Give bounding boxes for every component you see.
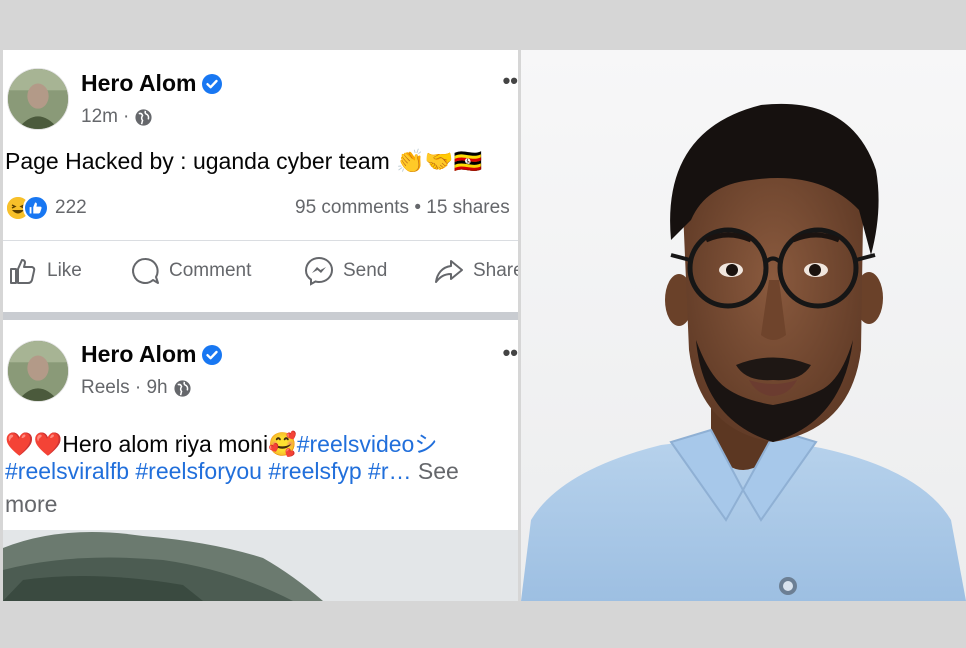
post-text-line-1: ❤️❤️Hero alom riya moni🥰#reelsvideoシ xyxy=(5,425,437,459)
divider xyxy=(3,240,518,241)
comment-icon xyxy=(132,257,159,284)
share-label: Share xyxy=(473,260,518,281)
caption-text: ❤️❤️Hero alom riya moni🥰 xyxy=(5,431,297,457)
messenger-icon xyxy=(304,256,334,286)
send-label: Send xyxy=(343,260,388,281)
author-name[interactable]: Hero Alom xyxy=(81,341,196,368)
globe-icon xyxy=(174,379,191,397)
facebook-screenshot-panel: Hero Alom 12m · •• Page Hacked by : ugan… xyxy=(3,50,518,601)
post-text-line-2: #reelsviralfb #reelsforyou #reelsfyp #r…… xyxy=(5,458,459,485)
verified-badge-icon xyxy=(202,344,223,365)
see-more-link-continued[interactable]: more xyxy=(5,491,57,518)
like-button[interactable]: Like xyxy=(7,255,82,287)
comment-label: Comment xyxy=(169,260,252,281)
share-button[interactable]: Share xyxy=(433,255,518,287)
post-text: Page Hacked by : uganda cyber team 👏🤝🇺🇬 xyxy=(5,148,483,174)
globe-icon xyxy=(135,108,152,126)
hashtag-links[interactable]: #reelsviralfb #reelsforyou #reelsfyp #r… xyxy=(5,458,412,484)
like-label: Like xyxy=(47,260,82,281)
post-hacked: Hero Alom 12m · •• Page Hacked by : ugan… xyxy=(3,50,518,312)
person-portrait xyxy=(521,50,966,601)
like-icon xyxy=(10,259,36,284)
more-icon[interactable]: •• xyxy=(503,340,518,366)
reel-thumbnail[interactable] xyxy=(3,530,518,601)
like-reaction-icon xyxy=(23,195,49,221)
reaction-count: 222 xyxy=(55,197,87,218)
post-stats[interactable]: 95 comments • 15 shares xyxy=(295,197,510,219)
post-actions: Like Comment Send Share xyxy=(3,255,518,295)
send-button[interactable]: Send xyxy=(303,255,387,287)
portrait-photo xyxy=(521,50,966,601)
meta-dot: · xyxy=(122,106,130,127)
comment-button[interactable]: Comment xyxy=(129,255,251,287)
post-meta[interactable]: Reels · 9h xyxy=(81,377,168,399)
hashtag-link[interactable]: #reelsvideoシ xyxy=(297,431,438,457)
share-icon xyxy=(435,260,463,283)
feed-separator xyxy=(3,312,518,320)
reactions[interactable]: 222 xyxy=(5,195,87,221)
more-icon[interactable]: •• xyxy=(503,68,518,94)
post-time[interactable]: 12m xyxy=(81,106,118,128)
see-more-link[interactable]: See xyxy=(418,458,459,484)
avatar[interactable] xyxy=(7,68,69,130)
post-reels: Hero Alom Reels · 9h •• ❤️❤️Hero alom ri… xyxy=(3,320,518,601)
author-name[interactable]: Hero Alom xyxy=(81,70,196,97)
verified-badge-icon xyxy=(202,73,223,94)
avatar[interactable] xyxy=(7,340,69,402)
